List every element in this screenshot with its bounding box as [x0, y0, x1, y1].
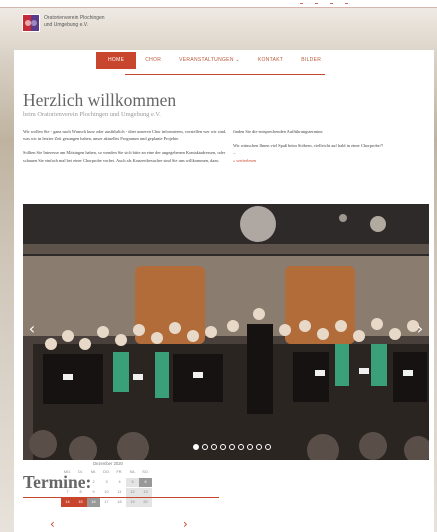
calendar-next-icon[interactable]: ›	[183, 517, 188, 531]
calendar-day[interactable]: 1	[74, 478, 87, 487]
top-divider	[0, 7, 437, 8]
calendar-day[interactable]: 16	[87, 498, 100, 507]
top-decoration	[300, 3, 400, 7]
image-slider[interactable]: ‹ ›	[23, 204, 429, 460]
calendar-day[interactable]: 5	[126, 478, 139, 487]
nav-item-home[interactable]: Home	[96, 52, 137, 69]
calendar-day[interactable]: 6	[139, 478, 152, 487]
page-title: Herzlich willkommen	[23, 90, 177, 110]
slider-dot[interactable]	[256, 444, 262, 450]
chevron-right-icon[interactable]: ›	[413, 320, 427, 338]
calendar-weekday: DI.	[78, 470, 83, 474]
nav-underline	[125, 74, 325, 75]
intro-column-left: Wir wollen Sie - ganz nach Wunsch kurz o…	[23, 128, 228, 171]
calendar-weekday: DO.	[103, 470, 110, 474]
page-subtitle: beim Oratorienverein Plochingen und Umge…	[23, 111, 161, 118]
slider-dot[interactable]	[238, 444, 244, 450]
slider-dot[interactable]	[247, 444, 253, 450]
calendar-day[interactable]: 2	[87, 478, 100, 487]
slider-dot[interactable]	[220, 444, 226, 450]
slider-pagination	[193, 444, 271, 450]
calendar-day[interactable]: 7	[61, 488, 74, 497]
calendar-day[interactable]: 17	[100, 498, 113, 507]
calendar-weekday: SO.	[142, 470, 149, 474]
nav-item-chor[interactable]: Chor	[136, 52, 170, 69]
slider-dot[interactable]	[265, 444, 271, 450]
calendar-day[interactable]: 11	[113, 488, 126, 497]
calendar-day[interactable]: 10	[100, 488, 113, 497]
logo-icon[interactable]	[22, 14, 40, 32]
read-more-link[interactable]: » weiterlesen	[233, 157, 423, 164]
calendar-prev-icon[interactable]: ‹	[50, 517, 55, 531]
calendar-day[interactable]: 20	[139, 498, 152, 507]
slider-dot[interactable]	[193, 444, 199, 450]
intro-column-right: finden Sie die entsprechenden Aufführung…	[233, 128, 423, 164]
calendar-weekday: SA.	[129, 470, 136, 474]
calendar-day[interactable]: 12	[126, 488, 139, 497]
slider-dot[interactable]	[211, 444, 217, 450]
main-nav: Home Chor Veranstaltungen ⌄ Kontakt Bild…	[96, 52, 330, 69]
calendar-day[interactable]: 3	[100, 478, 113, 487]
logo-line-2: und Umgebung e.V.	[44, 21, 89, 28]
calendar-day[interactable]: 8	[74, 488, 87, 497]
intro-paragraph-1: Wir wollen Sie - ganz nach Wunsch kurz o…	[23, 129, 227, 142]
intro-ellipsis: ...	[233, 150, 237, 156]
calendar-grid: MO. DI. MI. DO. FR. SA. SO. 1 2 3 4 5 6 7 8 9 10 11 12 13 14…	[61, 468, 155, 507]
nav-item-bilder[interactable]: Bilder	[292, 52, 330, 69]
calendar-day[interactable]: 13	[139, 488, 152, 497]
calendar-weekday: MI.	[90, 470, 97, 474]
calendar-day[interactable]: 4	[113, 478, 126, 487]
calendar-month-title: Dezember 2020	[93, 461, 123, 466]
intro-paragraph-4: Wir wünschen Ihnen viel Spaß beim Stöber…	[233, 143, 384, 149]
nav-item-veranstaltungen[interactable]: Veranstaltungen ⌄	[170, 52, 249, 69]
calendar-day[interactable]: 18	[113, 498, 126, 507]
calendar-day[interactable]: 9	[87, 488, 100, 497]
nav-item-kontakt[interactable]: Kontakt	[249, 52, 292, 69]
calendar-day[interactable]: 15	[74, 498, 87, 507]
calendar-weekday: FR.	[116, 470, 123, 474]
calendar-day[interactable]: 14	[61, 498, 74, 507]
intro-paragraph-3: finden Sie die entsprechenden Aufführung…	[233, 129, 324, 134]
choir-photo	[23, 204, 429, 460]
calendar-day[interactable]: 19	[126, 498, 139, 507]
event-calendar: Dezember 2020 MO. DI. MI. DO. FR. SA. SO. 1 2 3 4 5…	[61, 460, 155, 507]
logo-line-1: Oratorienverein Plochingen	[44, 15, 105, 21]
slider-dot[interactable]	[229, 444, 235, 450]
logo-text[interactable]: Oratorienverein Plochingen und Umgebung …	[44, 15, 105, 28]
calendar-day	[61, 478, 74, 487]
calendar-weekday: MO.	[63, 470, 72, 474]
slider-dot[interactable]	[202, 444, 208, 450]
intro-paragraph-2: Sollten Sie Interesse am Mitsingen haben…	[23, 150, 226, 163]
chevron-left-icon[interactable]: ‹	[25, 320, 39, 338]
